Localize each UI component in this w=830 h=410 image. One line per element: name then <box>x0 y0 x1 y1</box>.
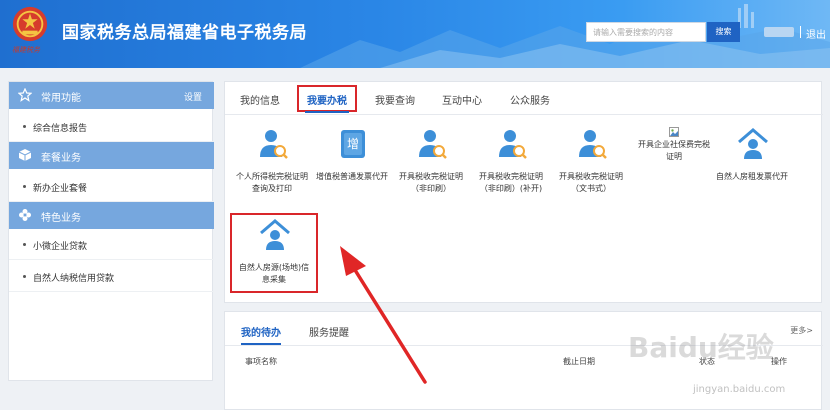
sidebar-item-micro-loan[interactable]: 小微企业贷款 <box>9 230 214 260</box>
site-title: 国家税务总局福建省电子税务局 <box>62 23 307 43</box>
invoice-glyph: 增 <box>347 137 359 151</box>
tab-my-info[interactable]: 我的信息 <box>240 92 280 107</box>
column-header-item: 事项名称 <box>245 357 277 366</box>
person-search-icon <box>499 130 527 159</box>
column-header-deadline: 截止日期 <box>563 357 595 366</box>
service-label: 自然人房租发票代开 <box>716 172 788 181</box>
national-emblem-icon <box>12 6 48 42</box>
service-highlight-box <box>230 213 318 293</box>
service-tax-cert-reissue[interactable]: 开具税收完税证明（非印刷）(补开) <box>472 127 550 207</box>
search-button[interactable]: 搜索 <box>707 22 740 42</box>
sidebar-item-new-company[interactable]: 新办企业套餐 <box>9 172 214 202</box>
broken-image-icon <box>669 127 679 137</box>
service-label: 开具税收完税证明（文书式） <box>559 172 623 193</box>
sidebar-item-label: 新办企业套餐 <box>33 184 88 194</box>
invoice-icon: 增 <box>341 130 365 158</box>
service-vat-invoice[interactable]: 增 增值税普通发票代开 <box>313 127 391 207</box>
service-label: 个人所得税完税证明查询及打印 <box>236 172 308 193</box>
bullet-icon <box>23 125 26 128</box>
tab-my-todo[interactable]: 我的待办 <box>241 324 281 339</box>
sidebar-item-credit-loan[interactable]: 自然人纳税信用贷款 <box>9 262 214 292</box>
bullet-icon <box>23 275 26 278</box>
emblem-script: 福建税务 <box>12 46 40 54</box>
service-tax-cert-nonprint[interactable]: 开具税收完税证明（非印刷） <box>392 127 470 207</box>
service-label: 开具企业社保费完税证明 <box>638 140 710 161</box>
sidebar-item-label: 小微企业贷款 <box>33 242 88 252</box>
service-label: 增值税普通发票代开 <box>316 172 388 181</box>
sidebar-section-common[interactable]: 常用功能 设置 <box>9 82 214 109</box>
more-link[interactable]: 更多> <box>790 325 813 336</box>
service-label: 开具税收完税证明（非印刷）(补开) <box>479 172 543 193</box>
main-tabs: 我的信息 我要办税 我要查询 互动中心 公众服务 <box>225 82 823 115</box>
service-iit-certificate[interactable]: 个人所得税完税证明查询及打印 <box>233 127 311 207</box>
sidebar-item-label: 自然人纳税信用贷款 <box>33 274 115 284</box>
sidebar-section-package[interactable]: 套餐业务 <box>9 142 214 169</box>
cube-icon <box>18 149 32 161</box>
tab-public-service[interactable]: 公众服务 <box>510 92 550 107</box>
user-name-blurred[interactable] <box>764 27 794 37</box>
tab-service-reminder[interactable]: 服务提醒 <box>309 324 349 339</box>
sidebar: 常用功能 设置 综合信息报告 套餐业务 新办企业套餐 特色业务 小微企业贷款 自… <box>8 81 214 381</box>
bullet-icon <box>23 243 26 246</box>
tab-query[interactable]: 我要查询 <box>375 92 415 107</box>
service-label: 开具税收完税证明（非印刷） <box>399 172 463 193</box>
sidebar-item-info-report[interactable]: 综合信息报告 <box>9 112 214 142</box>
person-search-icon <box>579 130 607 159</box>
service-rent-invoice[interactable]: 自然人房租发票代开 <box>713 127 791 207</box>
search-input[interactable]: 请输入需要搜索的内容 <box>586 22 706 42</box>
house-person-icon <box>738 128 768 159</box>
service-social-insurance-cert[interactable]: 开具企业社保费完税证明 <box>635 127 713 207</box>
star-icon <box>18 88 32 102</box>
site-header: 福建税务 国家税务总局福建省电子税务局 请输入需要搜索的内容 搜索 退出 <box>0 0 830 68</box>
sidebar-item-label: 综合信息报告 <box>33 124 88 134</box>
tab-interaction[interactable]: 互动中心 <box>442 92 482 107</box>
baidu-watermark-url: jingyan.baidu.com <box>693 384 786 395</box>
sidebar-section-title: 特色业务 <box>41 213 81 224</box>
logout-link[interactable]: 退出 <box>806 26 826 41</box>
bullet-icon <box>23 185 26 188</box>
tab-highlight-box <box>297 85 357 112</box>
service-tax-cert-document[interactable]: 开具税收完税证明（文书式） <box>552 127 630 207</box>
service-panel: 我的信息 我要办税 我要查询 互动中心 公众服务 个人所得税完税证明查询及打印 … <box>224 81 823 303</box>
sidebar-section-title: 常用功能 <box>41 93 81 104</box>
header-divider <box>800 26 801 38</box>
flower-icon <box>19 209 31 221</box>
person-search-icon <box>260 130 288 159</box>
baidu-watermark: Baidu经验 <box>628 331 774 364</box>
active-tab-underline <box>305 111 349 113</box>
sidebar-section-title: 套餐业务 <box>41 153 81 164</box>
person-search-icon <box>419 130 447 159</box>
sidebar-settings-link[interactable]: 设置 <box>184 90 202 103</box>
sidebar-section-special[interactable]: 特色业务 <box>9 202 214 229</box>
